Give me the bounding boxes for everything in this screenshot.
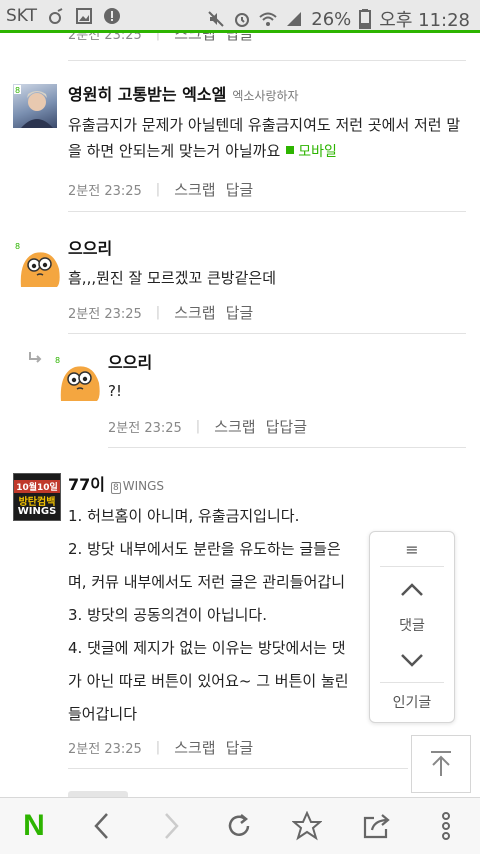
comment-meta: 2분전 23:25 | 스크랩 답글 xyxy=(68,302,254,323)
refresh-icon xyxy=(228,814,250,836)
egg-character-icon: 8 xyxy=(15,241,60,287)
svg-text:8: 8 xyxy=(15,86,20,95)
chevron-right-icon xyxy=(165,813,179,839)
scroll-top-button[interactable] xyxy=(411,735,471,793)
comment-time: 2분전 23:25 xyxy=(68,307,142,322)
carrier-label: SKT xyxy=(6,6,38,26)
avatar[interactable]: 8 xyxy=(53,353,103,403)
share-icon xyxy=(363,814,390,839)
gallery-icon xyxy=(76,8,93,24)
reply-arrow-icon xyxy=(29,352,42,363)
mobile-icon xyxy=(286,146,295,154)
partial-comment-meta: 2분전 23:25 | 스크랩 답글 xyxy=(68,33,263,44)
divider xyxy=(68,60,466,61)
avatar-text-top: 10월10일 xyxy=(14,480,60,493)
comment-meta: 2분전 23:25 | 스크랩 답글 xyxy=(68,179,254,200)
scroll-down-icon[interactable] xyxy=(370,650,454,670)
floating-nav-panel: ≡ 댓글 인기글 xyxy=(369,531,455,723)
comments-nav-label[interactable]: 댓글 xyxy=(370,615,454,635)
status-bar: SKT 26% 오후 11:28 xyxy=(0,0,480,33)
egg-character-icon: 8 xyxy=(55,355,100,401)
comment-body: ?! xyxy=(108,382,122,400)
comment-meta: 2분전 23:25 | 스크랩 답글 xyxy=(68,737,254,758)
reply-button[interactable]: 답답글 xyxy=(266,416,307,437)
reply-button[interactable]: 답글 xyxy=(226,33,254,44)
signal-icon xyxy=(287,12,302,26)
profile-photo-icon: 8 xyxy=(14,85,53,128)
comment-body: 흠,,,뭔진 잘 모르겠꼬 큰방같은데 xyxy=(68,269,277,287)
comment-time: 2분전 23:25 xyxy=(108,421,182,436)
avatar[interactable]: 10월10일 방탄컴백 WINGS xyxy=(13,473,61,521)
more-menu-button[interactable] xyxy=(426,806,466,846)
comment-time: 2분전 23:25 xyxy=(68,184,142,199)
comment-meta: 2분전 23:25 | 스크랩 답답글 xyxy=(108,416,307,437)
divider xyxy=(68,333,466,334)
comment-author[interactable]: 으으리 xyxy=(108,349,152,373)
comment-line: 1. 허브홈이 아니며, 유출금지입니다. xyxy=(68,507,300,525)
scrap-button[interactable]: 스크랩 xyxy=(174,179,215,200)
scrap-button[interactable]: 스크랩 xyxy=(174,33,215,44)
reply-button[interactable]: 답글 xyxy=(226,179,254,200)
scroll-up-icon[interactable] xyxy=(370,580,454,600)
clock: 오후 11:28 xyxy=(379,10,470,31)
comment-author[interactable]: 으으리 xyxy=(68,235,112,259)
share-button[interactable] xyxy=(357,806,397,846)
browser-toolbar: N xyxy=(0,797,480,854)
popular-posts-button[interactable]: 인기글 xyxy=(370,692,454,712)
avatar[interactable]: 8 xyxy=(13,84,57,128)
comment-time: 2분전 23:25 xyxy=(68,33,142,43)
comment-time: 2분전 23:25 xyxy=(68,742,142,757)
scrap-button[interactable]: 스크랩 xyxy=(174,302,215,323)
svg-text:8: 8 xyxy=(15,242,20,251)
naver-logo-icon: N xyxy=(23,809,45,842)
home-button[interactable]: N xyxy=(14,806,54,846)
reply-button[interactable]: 답글 xyxy=(226,737,254,758)
comment-body: 유출금지가 문제가 아닐텐데 유출금지여도 저런 곳에서 저런 말을 하면 안되… xyxy=(68,116,461,160)
more-vertical-icon xyxy=(442,812,450,840)
scrap-button[interactable]: 스크랩 xyxy=(214,416,255,437)
comment-author[interactable]: 영원히 고통받는 엑소엘 엑소사랑하자 xyxy=(68,81,299,105)
arrow-up-icon xyxy=(431,751,451,776)
divider xyxy=(68,768,408,769)
divider xyxy=(68,211,466,212)
scrap-button[interactable]: 스크랩 xyxy=(174,737,215,758)
mobile-label: 모바일 xyxy=(298,144,337,160)
divider xyxy=(108,447,466,448)
star-icon xyxy=(292,811,322,841)
author-tag: 8 WINGS xyxy=(111,479,165,494)
battery-icon xyxy=(359,9,372,29)
refresh-button[interactable] xyxy=(219,806,259,846)
battery-level: 26% xyxy=(311,8,352,30)
alert-icon xyxy=(104,8,121,24)
chevron-left-icon xyxy=(94,813,108,839)
alarm-icon xyxy=(235,13,250,27)
reply-button[interactable]: 답글 xyxy=(226,302,254,323)
avatar-text-bottom: WINGS xyxy=(17,506,57,517)
menu-icon[interactable]: ≡ xyxy=(370,540,454,559)
forward-button[interactable] xyxy=(151,806,191,846)
svg-text:8: 8 xyxy=(55,356,60,365)
wifi-icon xyxy=(259,12,277,26)
back-button[interactable] xyxy=(82,806,122,846)
avatar[interactable]: 8 xyxy=(13,239,63,289)
notification-icon xyxy=(49,8,63,24)
mute-icon xyxy=(208,11,224,27)
author-tag: 엑소사랑하자 xyxy=(232,89,299,103)
comment-author[interactable]: 77이 8 WINGS xyxy=(68,471,164,495)
bookmark-button[interactable] xyxy=(287,806,327,846)
